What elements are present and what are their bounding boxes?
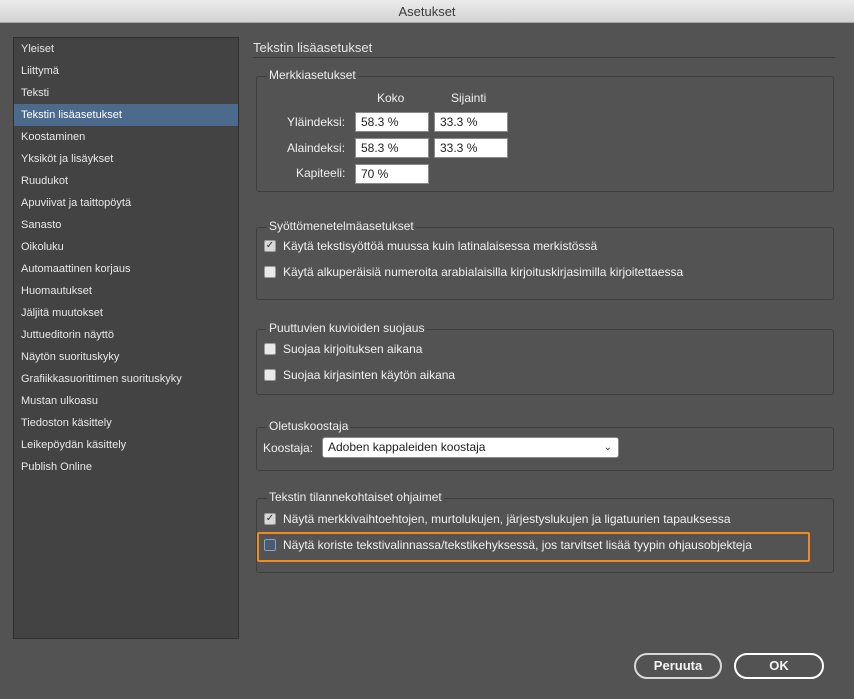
composer-label: Koostaja: bbox=[263, 441, 314, 455]
non-latin-input-checkbox[interactable]: ✓ bbox=[264, 240, 276, 252]
character-settings-legend: Merkkiasetukset bbox=[267, 68, 358, 82]
character-settings-group: Merkkiasetukset Koko Sijainti Yläindeksi… bbox=[256, 68, 834, 192]
sidebar-item-yleiset[interactable]: Yleiset bbox=[14, 38, 238, 60]
sidebar-item-publish-online[interactable]: Publish Online bbox=[14, 456, 238, 478]
position-column-header: Sijainti bbox=[451, 91, 487, 105]
sidebar-item-mustan-ulkoasu[interactable]: Mustan ulkoasu bbox=[14, 390, 238, 412]
protect-font-checkbox[interactable] bbox=[264, 369, 276, 381]
subscript-label: Alaindeksi: bbox=[287, 141, 346, 155]
sidebar-item-tekstin-lisaasetukset[interactable]: Tekstin lisäasetukset bbox=[14, 104, 238, 126]
sidebar-item-ruudukot[interactable]: Ruudukot bbox=[14, 170, 238, 192]
sidebar-item-apuviivat[interactable]: Apuviivat ja taittopöytä bbox=[14, 192, 238, 214]
superscript-size-field[interactable]: 58.3 % bbox=[355, 112, 429, 132]
sidebar: Yleiset Liittymä Teksti Tekstin lisäaset… bbox=[13, 37, 239, 639]
sidebar-item-jaljita-muutokset[interactable]: Jäljitä muutokset bbox=[14, 302, 238, 324]
superscript-label: Yläindeksi: bbox=[287, 115, 346, 129]
cancel-button[interactable]: Peruuta bbox=[634, 653, 722, 679]
sidebar-item-nayton-suorituskyky[interactable]: Näytön suorituskyky bbox=[14, 346, 238, 368]
window-title: Asetukset bbox=[0, 0, 854, 23]
composer-legend: Oletuskoostaja bbox=[267, 419, 351, 433]
chevron-down-icon: ⌄ bbox=[603, 442, 612, 453]
contextual-controls-legend: Tekstin tilannekohtaiset ohjaimet bbox=[267, 490, 444, 504]
missing-glyph-legend: Puuttuvien kuvioiden suojaus bbox=[267, 321, 427, 335]
alternates-label: Näytä merkkivaihtoehtojen, murtolukujen,… bbox=[283, 512, 731, 526]
subscript-size-field[interactable]: 58.3 % bbox=[355, 138, 429, 158]
page-title: Tekstin lisäasetukset bbox=[253, 40, 373, 55]
input-method-legend: Syöttömenetelmäasetukset bbox=[267, 219, 416, 233]
size-column-header: Koko bbox=[377, 91, 405, 105]
protect-typing-label: Suojaa kirjoituksen aikana bbox=[283, 342, 423, 356]
sidebar-item-liittyma[interactable]: Liittymä bbox=[14, 60, 238, 82]
sidebar-item-leikepoyta[interactable]: Leikepöydän käsittely bbox=[14, 434, 238, 456]
protect-typing-checkbox[interactable] bbox=[264, 343, 276, 355]
sidebar-item-teksti[interactable]: Teksti bbox=[14, 82, 238, 104]
sidebar-item-yksikot[interactable]: Yksiköt ja lisäykset bbox=[14, 148, 238, 170]
input-method-group: Syöttömenetelmäasetukset ✓ Käytä tekstis… bbox=[256, 219, 834, 300]
sidebar-item-sanasto[interactable]: Sanasto bbox=[14, 214, 238, 236]
sidebar-item-juttueditori[interactable]: Juttueditorin näyttö bbox=[14, 324, 238, 346]
sidebar-item-oikoluku[interactable]: Oikoluku bbox=[14, 236, 238, 258]
non-latin-input-option[interactable]: ✓ Käytä tekstisyöttöä muussa kuin latina… bbox=[264, 238, 597, 254]
sidebar-item-huomautukset[interactable]: Huomautukset bbox=[14, 280, 238, 302]
highlight-box bbox=[257, 532, 810, 562]
sidebar-item-tiedoston-kasittely[interactable]: Tiedoston käsittely bbox=[14, 412, 238, 434]
sidebar-item-automaattinen-korjaus[interactable]: Automaattinen korjaus bbox=[14, 258, 238, 280]
check-icon: ✓ bbox=[265, 240, 275, 251]
protect-typing-option[interactable]: Suojaa kirjoituksen aikana bbox=[264, 341, 422, 357]
smallcaps-size-field[interactable]: 70 % bbox=[355, 164, 429, 184]
sidebar-item-grafiikkasuoritin[interactable]: Grafiikkasuorittimen suorituskyky bbox=[14, 368, 238, 390]
missing-glyph-group: Puuttuvien kuvioiden suojaus Suojaa kirj… bbox=[256, 321, 834, 395]
sidebar-item-koostaminen[interactable]: Koostaminen bbox=[14, 126, 238, 148]
alternates-option[interactable]: ✓ Näytä merkkivaihtoehtojen, murtolukuje… bbox=[264, 511, 731, 527]
protect-font-label: Suojaa kirjasinten käytön aikana bbox=[283, 368, 456, 382]
smallcaps-label: Kapiteeli: bbox=[296, 166, 346, 180]
check-icon: ✓ bbox=[265, 513, 275, 524]
protect-font-option[interactable]: Suojaa kirjasinten käytön aikana bbox=[264, 367, 455, 383]
non-latin-input-label: Käytä tekstisyöttöä muussa kuin latinala… bbox=[283, 239, 598, 253]
alternates-checkbox[interactable]: ✓ bbox=[264, 513, 276, 525]
ok-button[interactable]: OK bbox=[734, 653, 824, 679]
subscript-position-field[interactable]: 33.3 % bbox=[434, 138, 508, 158]
title-divider bbox=[253, 57, 835, 58]
native-digits-checkbox[interactable] bbox=[264, 266, 276, 278]
composer-select-value: Adoben kappaleiden koostaja bbox=[328, 440, 486, 454]
superscript-position-field[interactable]: 33.3 % bbox=[434, 112, 508, 132]
native-digits-label: Käytä alkuperäisiä numeroita arabialaisi… bbox=[283, 265, 684, 279]
native-digits-option[interactable]: Käytä alkuperäisiä numeroita arabialaisi… bbox=[264, 264, 683, 280]
composer-select[interactable]: Adoben kappaleiden koostaja ⌄ bbox=[322, 437, 619, 458]
